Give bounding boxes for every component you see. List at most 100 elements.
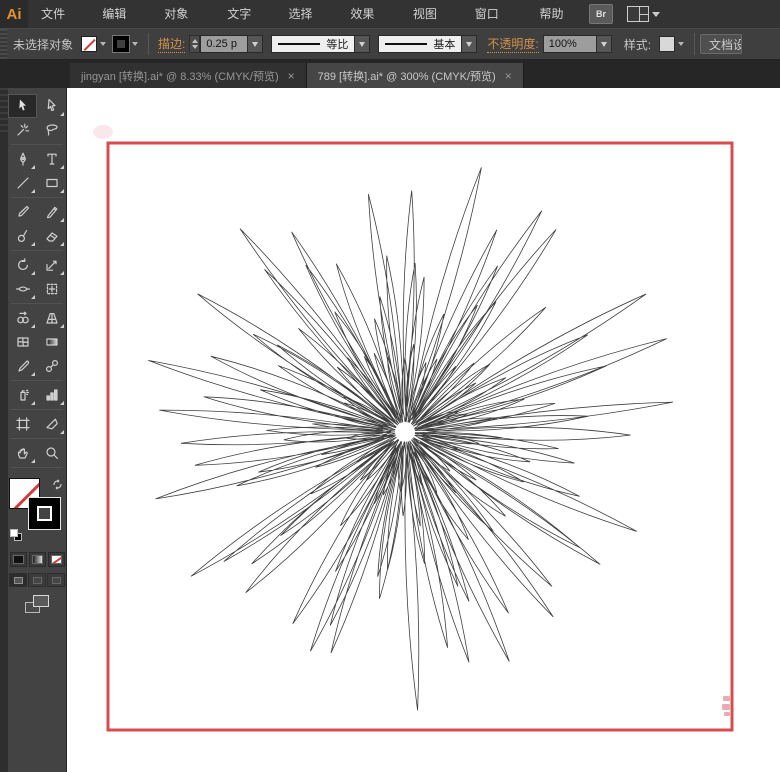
direct-selection-tool-icon <box>44 98 60 114</box>
zoom-tool[interactable] <box>37 441 66 465</box>
stroke-weight-dropdown-button[interactable] <box>248 35 263 53</box>
menu-item-0[interactable]: 文件(F) <box>28 0 89 28</box>
column-graph-tool[interactable] <box>37 383 66 407</box>
opacity-panel-link[interactable]: 不透明度: <box>487 35 538 53</box>
default-fill-stroke-icon[interactable] <box>10 528 22 546</box>
menu-item-5[interactable]: 效果(C) <box>337 0 399 28</box>
width-tool-icon <box>15 281 31 297</box>
direct-selection-tool[interactable] <box>37 94 66 118</box>
draw-behind-icon <box>33 577 42 584</box>
pencil-tool[interactable] <box>37 200 66 224</box>
brush-definition-dropdown-button[interactable] <box>462 35 477 53</box>
menubar-right-controls: Br <box>589 4 780 24</box>
panel-grip <box>0 29 7 59</box>
width-profile-dropdown-button[interactable] <box>355 35 370 53</box>
chevron-down-icon <box>652 12 660 17</box>
blob-brush-tool[interactable] <box>8 224 37 248</box>
document-canvas[interactable] <box>67 88 780 772</box>
tool-group-divider <box>11 144 63 145</box>
symbol-sprayer-tool[interactable] <box>8 383 37 407</box>
document-tab-0[interactable]: jingyan [转换].ai* @ 8.33% (CMYK/预览)× <box>70 63 307 88</box>
perspective-grid-tool[interactable] <box>37 306 66 330</box>
color-button[interactable] <box>10 552 27 567</box>
blend-tool[interactable] <box>37 354 66 378</box>
line-segment-tool[interactable] <box>8 171 37 195</box>
eraser-tool[interactable] <box>37 224 66 248</box>
tab-close-icon[interactable]: × <box>505 69 512 83</box>
menu-item-4[interactable]: 选择(S) <box>276 0 338 28</box>
stroke-color-control[interactable] <box>113 36 141 52</box>
blend-tool-icon <box>44 358 60 374</box>
tool-group-divider <box>11 197 63 198</box>
width-profile-value: 等比 <box>326 36 348 52</box>
chevron-down-icon <box>132 42 138 46</box>
type-tool[interactable] <box>37 147 66 171</box>
swap-fill-stroke-icon[interactable] <box>52 477 63 495</box>
chevron-down-icon <box>359 42 365 47</box>
scale-tool-icon <box>44 257 60 273</box>
flower-artwork[interactable] <box>148 167 673 710</box>
menu-item-6[interactable]: 视图(V) <box>400 0 462 28</box>
fill-color-control[interactable] <box>81 36 109 52</box>
pen-tool[interactable] <box>8 147 37 171</box>
scale-tool[interactable] <box>37 253 66 277</box>
slice-tool-icon <box>44 416 60 432</box>
basic-brush-icon <box>385 43 427 45</box>
chevron-down-icon <box>252 42 258 47</box>
draw-behind-button[interactable] <box>28 573 46 587</box>
magic-wand-tool[interactable] <box>8 118 37 142</box>
column-graph-tool-icon <box>44 387 60 403</box>
fill-none-swatch-icon <box>81 36 97 52</box>
step-up-icon <box>192 39 198 43</box>
width-tool[interactable] <box>8 277 37 301</box>
paintbrush-tool[interactable] <box>8 200 37 224</box>
document-tab-1[interactable]: 789 [转换].ai* @ 300% (CMYK/预览)× <box>307 63 524 88</box>
paintbrush-tool-icon <box>15 204 31 220</box>
hand-tool[interactable] <box>8 441 37 465</box>
free-transform-tool[interactable] <box>37 277 66 301</box>
gradient-button[interactable] <box>29 552 46 567</box>
rectangle-tool[interactable] <box>37 171 66 195</box>
menu-item-3[interactable]: 文字(T) <box>214 0 275 28</box>
style-swatch-icon <box>659 36 675 52</box>
eyedropper-tool[interactable] <box>8 354 37 378</box>
stroke-panel-link[interactable]: 描边: <box>158 35 185 53</box>
change-screen-mode-button[interactable] <box>25 595 49 613</box>
brush-definition-dropdown[interactable]: 基本 <box>378 35 462 53</box>
shape-builder-tool[interactable] <box>8 306 37 330</box>
rotate-tool-icon <box>15 257 31 273</box>
bridge-button[interactable]: Br <box>589 4 613 24</box>
workspace-switcher[interactable] <box>627 6 660 22</box>
stroke-weight-input[interactable]: 0.25 p <box>200 35 248 53</box>
tab-close-icon[interactable]: × <box>288 69 295 83</box>
chevron-down-icon <box>100 42 106 46</box>
panel-dock-strip[interactable] <box>0 88 8 772</box>
paint-mode-buttons <box>8 552 66 567</box>
draw-normal-icon <box>14 577 23 584</box>
style-dropdown[interactable] <box>659 36 687 52</box>
mesh-tool[interactable] <box>8 330 37 354</box>
selection-tool-icon <box>15 98 31 114</box>
menu-item-7[interactable]: 窗口(W) <box>462 0 527 28</box>
gradient-tool[interactable] <box>37 330 66 354</box>
selection-tool[interactable] <box>8 94 37 118</box>
rotate-tool[interactable] <box>8 253 37 277</box>
menu-item-1[interactable]: 编辑(E) <box>89 0 151 28</box>
none-button[interactable] <box>48 552 65 567</box>
stroke-weight-stepper[interactable] <box>189 35 200 53</box>
tool-group-divider <box>11 250 63 251</box>
document-setup-button[interactable]: 文档设置 <box>700 34 742 54</box>
opacity-dropdown-button[interactable] <box>597 35 612 53</box>
watermark-mark <box>722 696 730 716</box>
stroke-swatch-black[interactable] <box>28 497 61 530</box>
artboard-tool[interactable] <box>8 412 37 436</box>
document-tab-bar: jingyan [转换].ai* @ 8.33% (CMYK/预览)×789 [… <box>0 60 780 88</box>
opacity-input[interactable]: 100% <box>543 35 597 53</box>
menu-item-8[interactable]: 帮助(H) <box>527 0 589 28</box>
slice-tool[interactable] <box>37 412 66 436</box>
draw-inside-button[interactable] <box>47 573 65 587</box>
menu-item-2[interactable]: 对象(O) <box>151 0 214 28</box>
lasso-tool[interactable] <box>37 118 66 142</box>
draw-normal-button[interactable] <box>9 573 27 587</box>
width-profile-dropdown[interactable]: 等比 <box>271 35 355 53</box>
